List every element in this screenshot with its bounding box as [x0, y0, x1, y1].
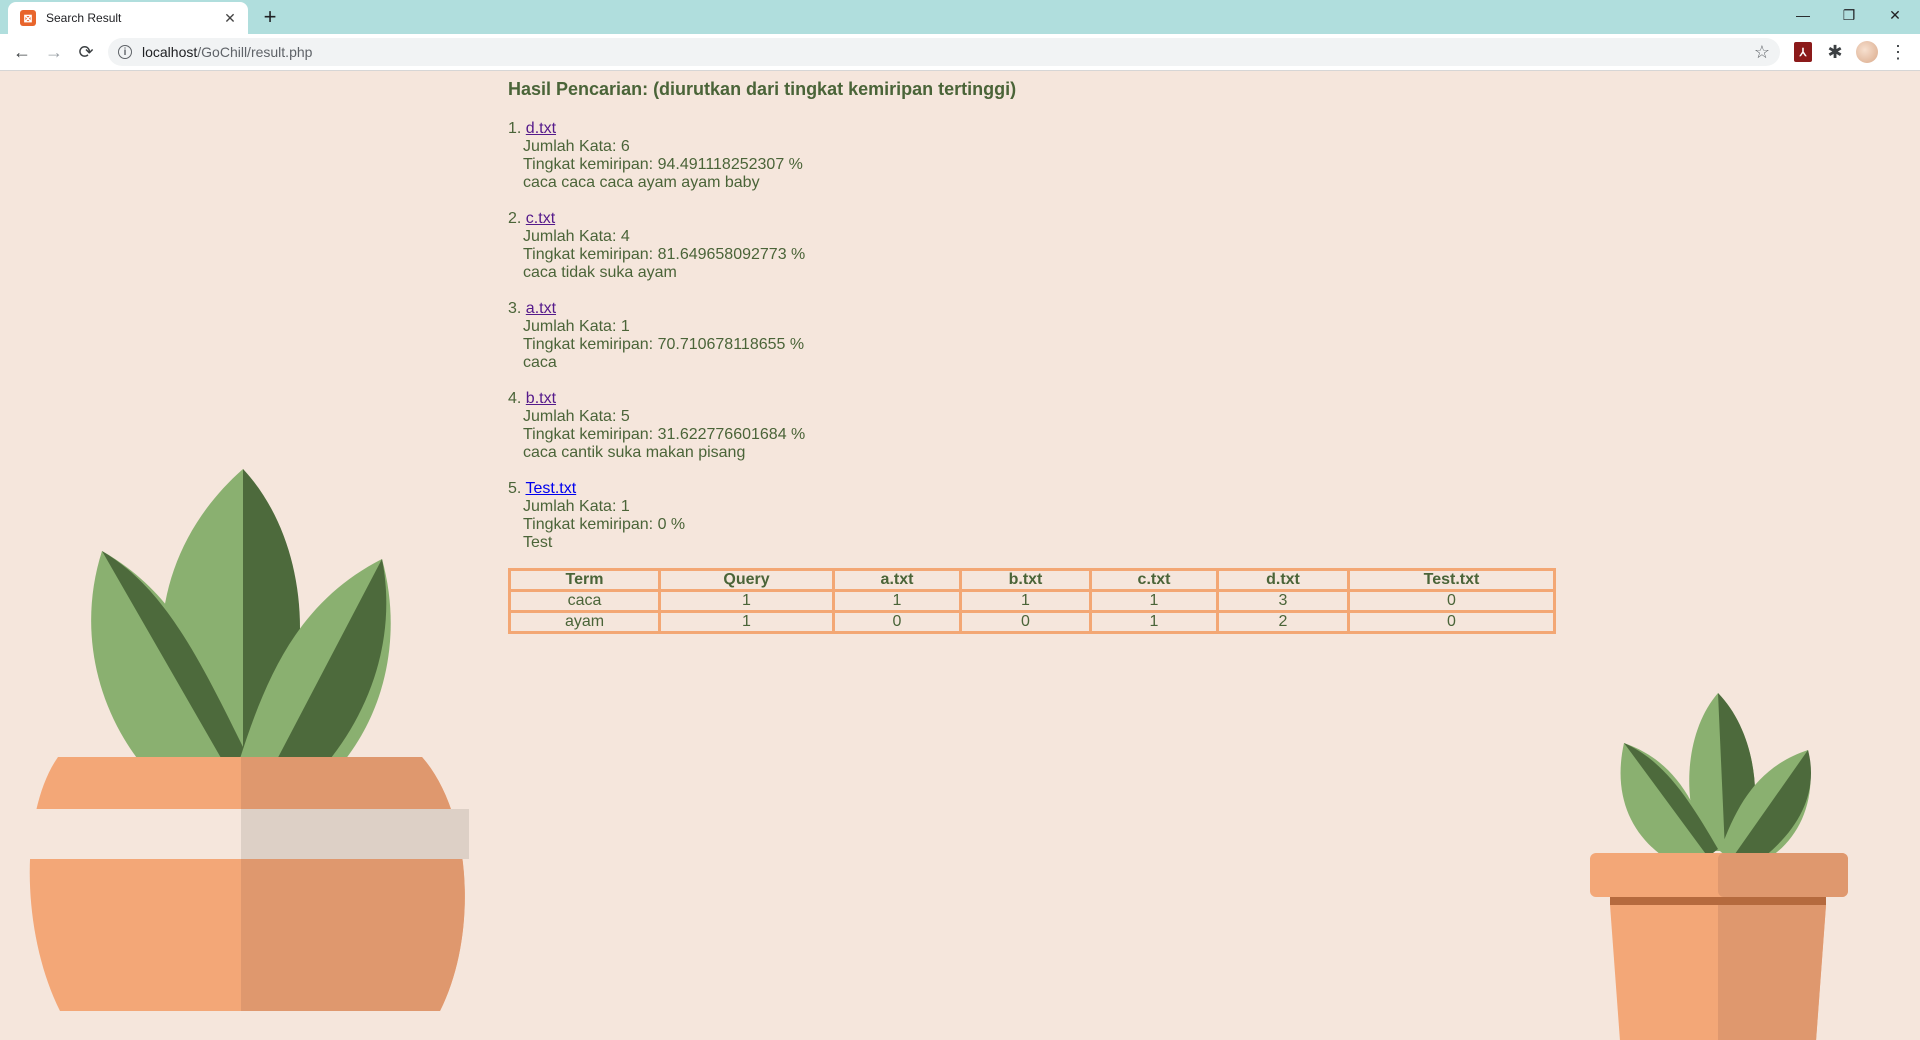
browser-toolbar: ← → ⟳ i localhost/GoChill/result.php ☆ ⅄… — [0, 34, 1920, 71]
table-cell: ayam — [508, 610, 661, 634]
result-content: caca tidak suka ayam — [523, 264, 677, 281]
result-similarity: Tingkat kemiripan: 81.649658092773 % — [523, 246, 806, 263]
table-cell: 1 — [832, 589, 962, 613]
result-word-count: Jumlah Kata: 1 — [523, 318, 630, 335]
page-viewport: Hasil Pencarian: (diurutkan dari tingkat… — [0, 71, 1920, 1040]
favicon-icon: ⊠ — [20, 10, 36, 26]
result-word-count: Jumlah Kata: 4 — [523, 228, 630, 245]
result-similarity: Tingkat kemiripan: 70.710678118655 % — [523, 336, 805, 353]
table-cell: 1 — [959, 589, 1092, 613]
table-row: caca 1 1 1 1 3 0 — [508, 589, 1556, 613]
extensions-puzzle-icon[interactable]: ✱ — [1824, 41, 1846, 63]
result-item: 1. d.txt Jumlah Kata: 6 Tingkat kemiripa… — [508, 120, 1556, 192]
result-rank: 3. — [508, 300, 522, 317]
result-content: caca — [523, 354, 557, 371]
pot-band-shade — [241, 809, 469, 859]
term-frequency-table: Term Query a.txt b.txt c.txt d.txt Test.… — [508, 568, 1556, 634]
result-content: Test — [523, 534, 553, 551]
result-similarity: Tingkat kemiripan: 0 % — [523, 516, 686, 533]
table-cell: 3 — [1216, 589, 1350, 613]
table-cell: 0 — [1347, 589, 1556, 613]
table-cell: 1 — [658, 610, 835, 634]
right-plant-illustration — [1590, 693, 1848, 1040]
result-rank: 5. — [508, 480, 522, 497]
tab-title: Search Result — [46, 11, 122, 25]
close-tab-icon[interactable]: ✕ — [220, 8, 240, 28]
column-header: c.txt — [1089, 568, 1219, 592]
info-icon[interactable]: i — [118, 45, 132, 59]
column-header: d.txt — [1216, 568, 1350, 592]
column-header: b.txt — [959, 568, 1092, 592]
table-cell: 1 — [1089, 610, 1219, 634]
page-title: Hasil Pencarian: (diurutkan dari tingkat… — [508, 79, 1017, 99]
pdf-extension-icon[interactable]: ⅄ — [1794, 42, 1812, 62]
result-item: 2. c.txt Jumlah Kata: 4 Tingkat kemiripa… — [508, 210, 1556, 282]
result-rank: 1. — [508, 120, 522, 137]
address-bar[interactable]: i localhost/GoChill/result.php ☆ — [108, 38, 1780, 66]
left-plant-illustration — [24, 469, 469, 1011]
result-content: caca caca caca ayam ayam baby — [523, 174, 760, 191]
result-word-count: Jumlah Kata: 6 — [523, 138, 630, 155]
result-word-count: Jumlah Kata: 1 — [523, 498, 630, 515]
pot-body-shade — [1718, 905, 1826, 1040]
table-cell: caca — [508, 589, 661, 613]
table-cell: 0 — [832, 610, 962, 634]
result-rank: 4. — [508, 390, 522, 407]
table-cell: 0 — [959, 610, 1092, 634]
result-similarity: Tingkat kemiripan: 94.491118252307 % — [523, 156, 803, 173]
column-header: Query — [658, 568, 835, 592]
bookmark-star-icon[interactable]: ☆ — [1754, 42, 1770, 63]
result-item: 4. b.txt Jumlah Kata: 5 Tingkat kemiripa… — [508, 390, 1556, 462]
result-file-link[interactable]: d.txt — [526, 120, 556, 137]
result-word-count: Jumlah Kata: 5 — [523, 408, 630, 425]
result-file-link[interactable]: b.txt — [526, 390, 556, 407]
result-item: 5. Test.txt Jumlah Kata: 1 Tingkat kemir… — [508, 480, 1556, 552]
result-file-link[interactable]: a.txt — [526, 300, 556, 317]
table-cell: 1 — [1089, 589, 1219, 613]
tab-bar: ⊠ Search Result ✕ + — ❐ ✕ — [0, 0, 1920, 34]
profile-avatar[interactable] — [1856, 41, 1878, 63]
pot-rim-shade — [1718, 853, 1848, 897]
result-item: 3. a.txt Jumlah Kata: 1 Tingkat kemiripa… — [508, 300, 1556, 372]
close-window-button[interactable]: ✕ — [1872, 0, 1918, 30]
table-cell: 1 — [658, 589, 835, 613]
forward-button[interactable]: → — [42, 40, 66, 64]
url-text[interactable]: localhost/GoChill/result.php — [142, 44, 312, 60]
back-button[interactable]: ← — [10, 40, 34, 64]
result-file-link[interactable]: c.txt — [526, 210, 555, 227]
result-file-link[interactable]: Test.txt — [526, 480, 577, 497]
column-header: a.txt — [832, 568, 962, 592]
column-header: Term — [508, 568, 661, 592]
pot-band — [24, 809, 241, 859]
column-header: Test.txt — [1347, 568, 1556, 592]
table-header-row: Term Query a.txt b.txt c.txt d.txt Test.… — [508, 568, 1556, 592]
result-content: caca cantik suka makan pisang — [523, 444, 746, 461]
table-cell: 2 — [1216, 610, 1350, 634]
table-cell: 0 — [1347, 610, 1556, 634]
browser-tab[interactable]: ⊠ Search Result ✕ — [8, 2, 248, 34]
restore-button[interactable]: ❐ — [1826, 0, 1872, 30]
search-results: Hasil Pencarian: (diurutkan dari tingkat… — [508, 79, 1556, 634]
reload-button[interactable]: ⟳ — [74, 40, 98, 64]
browser-menu-icon[interactable]: ⋮ — [1886, 40, 1910, 64]
pot-rim-line — [1610, 897, 1826, 905]
minimize-button[interactable]: — — [1780, 0, 1826, 30]
pot-shade — [241, 757, 465, 1011]
new-tab-button[interactable]: + — [258, 4, 282, 29]
result-similarity: Tingkat kemiripan: 31.622776601684 % — [523, 426, 806, 443]
result-rank: 2. — [508, 210, 522, 227]
table-row: ayam 1 0 0 1 2 0 — [508, 610, 1556, 634]
